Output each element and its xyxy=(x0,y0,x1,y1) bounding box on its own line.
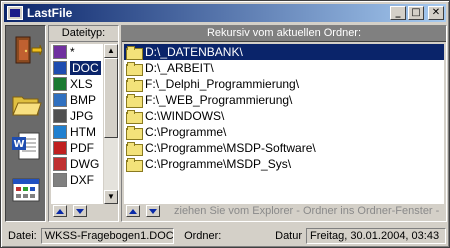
folder-list-item[interactable]: C:\Programme\MSDP-Software\ xyxy=(124,140,444,156)
file-type-item[interactable]: DXF xyxy=(51,172,103,188)
folder-icon xyxy=(126,62,143,76)
folder-nav: ziehen Sie vom Explorer - Ordner ins Ord… xyxy=(126,205,442,217)
drag-hint-text: ziehen Sie vom Explorer - Ordner ins Ord… xyxy=(174,205,440,217)
file-type-item[interactable]: * xyxy=(51,44,103,60)
status-bar: Datei: WKSS-Fragebogen1.DOC Ordner: Datu… xyxy=(4,227,446,245)
file-type-label: PDF xyxy=(70,141,94,155)
move-up-button[interactable] xyxy=(53,205,67,217)
close-button[interactable]: ✕ xyxy=(428,6,444,20)
folder-icon xyxy=(126,142,143,156)
xls-file-icon xyxy=(53,77,67,91)
minimize-button[interactable]: _ xyxy=(390,6,406,20)
action-icon-strip: W xyxy=(5,25,46,222)
folder-label: Ordner: xyxy=(184,230,222,242)
folder-path: C:\Programme\ xyxy=(145,125,227,139)
folder-header: Rekursiv vom aktuellen Ordner: xyxy=(122,26,446,42)
doc-file-icon xyxy=(53,61,67,75)
folder-icon xyxy=(126,126,143,140)
folder-list-item[interactable]: D:\_ARBEIT\ xyxy=(124,60,444,76)
down-arrow-icon xyxy=(149,208,157,214)
scroll-thumb[interactable] xyxy=(104,58,118,138)
file-value: WKSS-Fragebogen1.DOC xyxy=(40,228,175,244)
file-type-label: JPG xyxy=(70,109,94,123)
file-type-item[interactable]: HTM xyxy=(51,124,103,140)
file-label: Datei: xyxy=(8,230,37,242)
bmp-file-icon xyxy=(53,93,67,107)
title-bar[interactable]: LastFile _ □ ✕ xyxy=(4,4,446,22)
file-type-header: Dateityp: xyxy=(49,26,118,42)
file-type-panel: Dateityp: * DOC XLS BMP JPG HTM PDF DWG DXF ▲ ▼ xyxy=(48,25,119,222)
move-down-button[interactable] xyxy=(73,205,87,217)
all-files-icon xyxy=(53,45,67,59)
file-type-nav xyxy=(53,205,87,217)
folder-list[interactable]: D:\_DATENBANK\ D:\_ARBEIT\ F:\_Delphi_Prog… xyxy=(124,44,444,204)
file-type-label: DOC xyxy=(70,61,101,75)
folder-list-item[interactable]: C:\WINDOWS\ xyxy=(124,108,444,124)
door-exit-icon[interactable] xyxy=(10,34,42,66)
folder-path: D:\_DATENBANK\ xyxy=(145,45,243,59)
folder-icon xyxy=(126,46,143,60)
folder-list-item[interactable]: F:\_Delphi_Programmierung\ xyxy=(124,76,444,92)
file-type-item[interactable]: JPG xyxy=(51,108,103,124)
file-type-list[interactable]: * DOC XLS BMP JPG HTM PDF DWG DXF xyxy=(51,44,103,204)
date-value: Freitag, 30.01.2004, 03:43 xyxy=(306,228,446,244)
folder-icon xyxy=(126,94,143,108)
window-controls: _ □ ✕ xyxy=(390,6,444,20)
file-type-item[interactable]: PDF xyxy=(51,140,103,156)
window-title: LastFile xyxy=(27,6,73,20)
folder-move-down-button[interactable] xyxy=(146,205,160,217)
folder-icon xyxy=(126,110,143,124)
calendar-window-icon[interactable] xyxy=(10,174,42,206)
scroll-down-arrow-icon[interactable]: ▼ xyxy=(104,190,118,204)
jpg-file-icon xyxy=(53,109,67,123)
file-type-item[interactable]: DOC xyxy=(51,60,103,76)
pdf-file-icon xyxy=(53,141,67,155)
folder-list-item[interactable]: F:\_WEB_Programmierung\ xyxy=(124,92,444,108)
up-arrow-icon xyxy=(56,208,64,214)
main-window: LastFile _ □ ✕ W Dateityp: * DOC XLS BMP… xyxy=(0,0,450,248)
file-type-label: DXF xyxy=(70,173,94,187)
htm-file-icon xyxy=(53,125,67,139)
date-label: Datur xyxy=(275,230,303,242)
folder-path: F:\_Delphi_Programmierung\ xyxy=(145,77,300,91)
dwg-file-icon xyxy=(53,157,67,171)
folder-move-up-button[interactable] xyxy=(126,205,140,217)
scroll-up-arrow-icon[interactable]: ▲ xyxy=(104,44,118,58)
app-icon xyxy=(7,6,23,20)
folder-path: F:\_WEB_Programmierung\ xyxy=(145,93,293,107)
folder-icon xyxy=(126,78,143,92)
down-arrow-icon xyxy=(76,208,84,214)
word-document-icon[interactable]: W xyxy=(10,130,42,162)
folder-list-item[interactable]: C:\Programme\MSDP_Sys\ xyxy=(124,156,444,172)
file-type-label: HTM xyxy=(70,125,96,139)
folder-panel: Rekursiv vom aktuellen Ordner: D:\_DATEN… xyxy=(121,25,447,222)
file-type-label: XLS xyxy=(70,77,93,91)
folder-path: D:\_ARBEIT\ xyxy=(145,61,214,75)
dxf-file-icon xyxy=(53,173,67,187)
file-type-item[interactable]: DWG xyxy=(51,156,103,172)
file-type-label: DWG xyxy=(70,157,100,171)
up-arrow-icon xyxy=(129,208,137,214)
maximize-button[interactable]: □ xyxy=(408,6,424,20)
folder-value xyxy=(227,228,272,244)
open-folder-icon[interactable] xyxy=(10,88,42,120)
file-type-item[interactable]: BMP xyxy=(51,92,103,108)
folder-path: C:\Programme\MSDP_Sys\ xyxy=(145,157,292,171)
svg-text:W: W xyxy=(13,139,24,150)
folder-list-item[interactable]: D:\_DATENBANK\ xyxy=(124,44,444,60)
file-type-item[interactable]: XLS xyxy=(51,76,103,92)
file-type-label: * xyxy=(70,45,75,59)
file-type-label: BMP xyxy=(70,93,97,107)
folder-list-item[interactable]: C:\Programme\ xyxy=(124,124,444,140)
folder-path: C:\Programme\MSDP-Software\ xyxy=(145,141,316,155)
folder-icon xyxy=(126,158,143,172)
folder-path: C:\WINDOWS\ xyxy=(145,109,225,123)
file-type-scrollbar[interactable]: ▲ ▼ xyxy=(104,44,118,204)
